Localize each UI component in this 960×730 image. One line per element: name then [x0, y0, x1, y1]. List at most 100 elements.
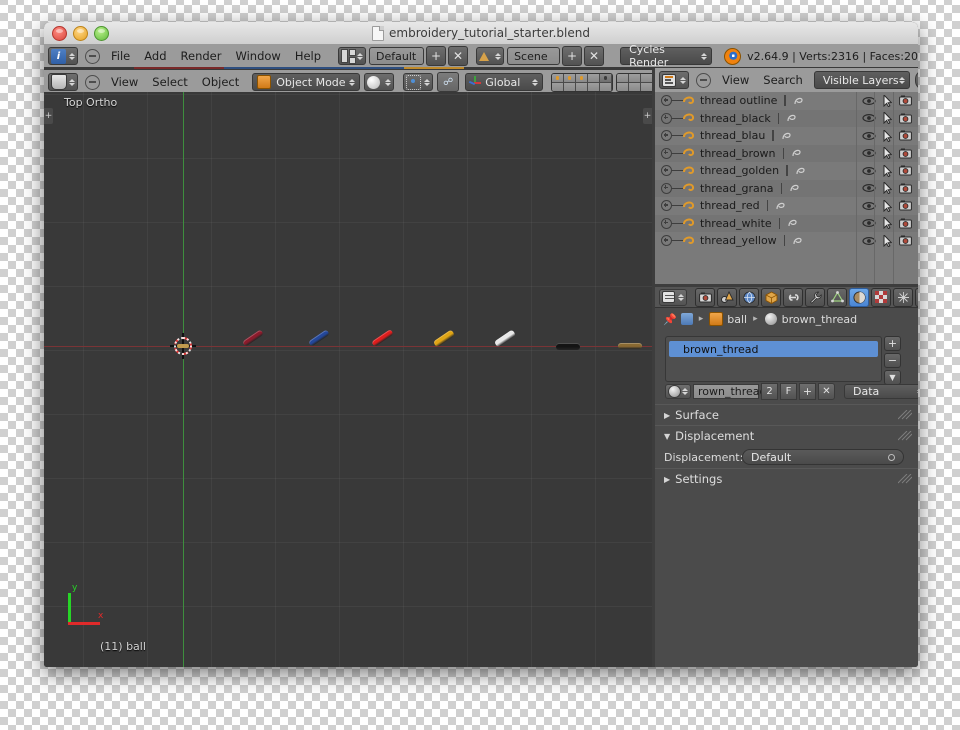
layer-button-2[interactable] [564, 73, 576, 83]
breadcrumb-object[interactable]: ball [727, 313, 747, 326]
layer-button-7[interactable] [629, 73, 641, 83]
menu-add[interactable]: Add [137, 44, 173, 68]
renderability-camera-icon[interactable] [896, 127, 914, 145]
toolshelf-open-handle[interactable]: + [44, 108, 53, 124]
scene-tab[interactable] [717, 287, 737, 307]
panel-settings[interactable]: ▶ Settings [655, 468, 918, 489]
data-tab[interactable] [827, 287, 847, 307]
layer-button-12[interactable] [564, 82, 576, 91]
screen-layout-name-field[interactable]: Default [369, 47, 425, 65]
collapse-menus-icon[interactable] [696, 72, 711, 88]
menu-file[interactable]: File [104, 44, 137, 68]
expand-toggle-icon[interactable] [661, 217, 672, 229]
expand-toggle-icon[interactable] [661, 95, 672, 107]
expand-toggle-icon[interactable] [661, 165, 672, 177]
renderability-camera-icon[interactable] [896, 145, 914, 163]
layer-button-17[interactable] [629, 82, 641, 91]
layer-button-15[interactable] [600, 82, 612, 91]
visibility-eye-icon[interactable] [860, 197, 878, 215]
layer-button-1[interactable] [552, 73, 564, 83]
object-tab[interactable] [761, 287, 781, 307]
particles-tab[interactable] [893, 287, 913, 307]
transform-orientation-dropdown[interactable]: Global [465, 73, 544, 91]
visibility-eye-icon[interactable] [860, 110, 878, 128]
expand-toggle-icon[interactable] [661, 182, 672, 194]
outliner-row[interactable]: thread_black [655, 109, 918, 128]
outliner-menu-search[interactable]: Search [756, 68, 810, 92]
snap-magnet-icon[interactable]: ☍ [437, 72, 460, 92]
world-tab[interactable] [739, 287, 759, 307]
layer-button-5[interactable] [600, 73, 612, 83]
unlink-material-button[interactable]: ✕ [818, 383, 835, 400]
renderability-camera-icon[interactable] [896, 215, 914, 233]
properties-region-open-handle[interactable]: + [643, 108, 652, 124]
panel-displacement[interactable]: ▼ Displacement [655, 425, 918, 446]
info-editor-type-selector[interactable]: i [48, 47, 78, 65]
expand-toggle-icon[interactable] [661, 112, 672, 124]
visibility-eye-icon[interactable] [860, 162, 878, 180]
physics-tab[interactable] [915, 287, 918, 307]
collapse-menus-icon[interactable] [85, 74, 100, 90]
pivot-point-selector[interactable] [403, 73, 434, 91]
collapse-menus-icon[interactable] [85, 48, 100, 64]
expand-toggle-icon[interactable] [661, 147, 672, 159]
visibility-eye-icon[interactable] [860, 180, 878, 198]
renderability-camera-icon[interactable] [896, 110, 914, 128]
visibility-eye-icon[interactable] [860, 127, 878, 145]
menu-view[interactable]: View [104, 70, 145, 94]
add-scene-button[interactable]: + [562, 46, 583, 66]
outliner-row[interactable]: thread_brown [655, 144, 918, 163]
breadcrumb-material[interactable]: brown_thread [782, 313, 858, 326]
layer-button-18[interactable] [641, 82, 653, 91]
delete-screen-layout-button[interactable]: ✕ [448, 46, 469, 66]
outliner-editor-type-selector[interactable] [659, 71, 689, 89]
expand-toggle-icon[interactable] [661, 235, 672, 247]
visibility-eye-icon[interactable] [860, 92, 878, 110]
scene-browse-button[interactable] [476, 47, 505, 65]
layer-button-14[interactable] [588, 82, 600, 91]
expand-toggle-icon[interactable] [661, 130, 672, 142]
outliner-row[interactable]: thread_blau [655, 127, 918, 145]
thread-object-thread_black[interactable] [556, 343, 580, 350]
visibility-eye-icon[interactable] [860, 232, 878, 250]
layer-button-13[interactable] [576, 82, 588, 91]
panel-surface[interactable]: ▶ Surface [655, 404, 918, 425]
render-tab[interactable] [695, 287, 715, 307]
constraints-tab[interactable] [783, 287, 803, 307]
new-material-button[interactable]: + [799, 383, 816, 400]
layer-button-6[interactable] [617, 73, 629, 83]
visibility-eye-icon[interactable] [860, 145, 878, 163]
menu-select[interactable]: Select [145, 70, 194, 94]
displacement-dropdown[interactable]: Default [742, 449, 904, 465]
outliner-row[interactable]: thread_white [655, 214, 918, 233]
material-slot-item[interactable]: brown_thread [669, 341, 878, 357]
thread-object-thread_brown[interactable] [618, 343, 642, 349]
menu-window[interactable]: Window [228, 44, 287, 68]
search-filter-icon[interactable] [914, 70, 918, 90]
material-slot-list[interactable]: brown_thread [665, 336, 882, 382]
material-datatype-dropdown[interactable]: Data [844, 384, 918, 399]
expand-toggle-icon[interactable] [661, 200, 672, 212]
add-material-slot-button[interactable]: + [884, 336, 901, 351]
visibility-eye-icon[interactable] [860, 215, 878, 233]
interaction-mode-dropdown[interactable]: Object Mode [252, 73, 361, 91]
remove-material-slot-button[interactable]: − [884, 353, 901, 368]
material-name-field[interactable]: rown_thread [693, 384, 767, 399]
modifiers-tab[interactable] [805, 287, 825, 307]
layer-button-11[interactable] [552, 82, 564, 91]
delete-scene-button[interactable]: ✕ [584, 46, 605, 66]
material-users-button[interactable]: 2 [761, 383, 778, 400]
layer-button-3[interactable] [576, 73, 588, 83]
layer-button-8[interactable] [641, 73, 653, 83]
renderability-camera-icon[interactable] [896, 232, 914, 250]
fake-user-button[interactable]: F [780, 383, 797, 400]
renderability-camera-icon[interactable] [896, 197, 914, 215]
menu-help[interactable]: Help [288, 44, 328, 68]
outliner-row[interactable]: thread_yellow [655, 232, 918, 250]
outliner-display-mode-dropdown[interactable]: Visible Layers [813, 71, 910, 89]
outliner-tree[interactable]: thread outline thread_black thread_blau thr… [655, 92, 918, 284]
properties-editor-type-selector[interactable] [659, 288, 687, 306]
add-screen-layout-button[interactable]: + [426, 46, 447, 66]
layer-button-4[interactable] [588, 73, 600, 83]
outliner-row[interactable]: thread outline [655, 92, 918, 110]
